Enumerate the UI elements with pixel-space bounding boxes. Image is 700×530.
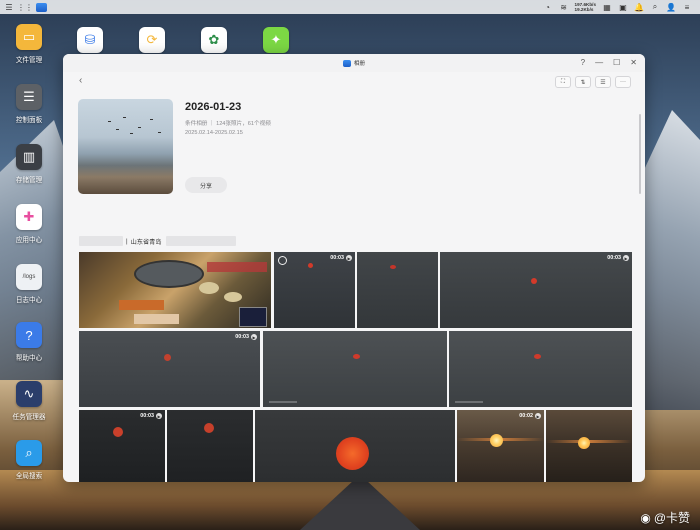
album-title: 2026-01-23: [185, 101, 242, 113]
photo-thumbnail[interactable]: [546, 410, 632, 482]
desktop-icon-storage[interactable]: ▥ 存储管理: [8, 144, 50, 184]
weibo-logo-icon: ◉: [640, 510, 651, 525]
drive-app-icon[interactable]: ⛁: [77, 27, 103, 53]
desktop-icon-label: 存储管理: [15, 177, 43, 184]
notification-bell-icon[interactable]: 🔔: [634, 2, 644, 12]
album-toolbar: ‹ ⛶ ⇅ ☰ ···: [63, 72, 645, 90]
photo-thumbnail[interactable]: [167, 410, 253, 482]
photo-thumbnail[interactable]: [357, 252, 438, 328]
video-thumbnail[interactable]: 00:03 ▶: [274, 252, 355, 328]
photo-grid: 00:03 ▶ 00:03 ▶ 00:03 ▶ 00:03 ▶ 00:02 ▶: [79, 252, 632, 482]
photo-thumbnail[interactable]: [263, 331, 447, 407]
photo-watermark: [455, 401, 483, 403]
folder-icon: ▭: [16, 24, 42, 50]
photos-app-taskbar-icon[interactable]: [36, 2, 47, 12]
log-icon: /logs: [16, 264, 42, 290]
task-manager-icon: ∿: [16, 381, 42, 407]
storage-icon: ▥: [16, 144, 42, 170]
comic-app-icon[interactable]: ✦: [263, 27, 289, 53]
desktop-icon-global-search[interactable]: ⌕ 全局搜索: [8, 440, 50, 480]
download-speed: 19.2Kb/s: [574, 7, 594, 12]
watermark-text: @卡赞: [653, 511, 690, 525]
video-duration: 00:03 ▶: [607, 255, 629, 261]
window-title: 相册: [353, 61, 366, 67]
desktop-icon-label: 控制面板: [15, 117, 43, 124]
location-label: 山东省青岛: [130, 238, 162, 246]
wifi-icon[interactable]: ≋: [559, 2, 569, 12]
search-icon: ⌕: [16, 440, 42, 466]
video-thumbnail[interactable]: 00:03 ▶: [79, 410, 165, 482]
desktop-icon-log-center[interactable]: /logs 日志中心: [8, 264, 50, 304]
control-panel-icon: ☰: [16, 84, 42, 110]
desktop-icon-label: 任务管理器: [12, 414, 46, 421]
weibo-watermark: ◉ @卡赞: [640, 509, 690, 526]
desktop-icon-control-panel[interactable]: ☰ 控制面板: [8, 84, 50, 124]
share-button[interactable]: 分享: [185, 177, 227, 193]
app-grid-icon[interactable]: ⋮⋮: [17, 2, 33, 12]
user-icon[interactable]: 👤: [666, 2, 676, 12]
desktop-icon-label: 文件管理: [15, 57, 43, 64]
redacted-date: [79, 236, 123, 246]
album-header: 2026-01-23 条件相册 ｜ 124张照片，61个视频 2025.02.1…: [78, 99, 528, 199]
search-icon[interactable]: ⌕: [650, 2, 660, 12]
close-icon[interactable]: ✕: [630, 58, 637, 67]
video-duration: 00:03 ▶: [235, 334, 257, 340]
redacted-address: [165, 236, 236, 246]
photo-watermark: [269, 401, 297, 403]
grid-icon[interactable]: ▦: [602, 2, 612, 12]
help-icon: ?: [16, 322, 42, 348]
list-view-icon[interactable]: ☰: [595, 76, 611, 88]
desktop-icon-label: 日志中心: [15, 297, 43, 304]
photo-thumbnail[interactable]: [255, 410, 455, 482]
video-thumbnail[interactable]: 00:02 ▶: [457, 410, 544, 482]
photos-window: 相册 ? — ☐ ✕ ‹ ⛶ ⇅ ☰ ··· 2026-01-23 条件相册 ｜…: [63, 54, 645, 482]
more-menu-icon[interactable]: ≡: [682, 2, 692, 12]
desktop-icon-label: 应用中心: [15, 237, 43, 244]
select-icon[interactable]: ⛶: [555, 76, 571, 88]
video-duration: 00:02 ▶: [519, 413, 541, 419]
minimize-icon[interactable]: —: [595, 58, 603, 67]
desktop-icon-help-center[interactable]: ? 帮助中心: [8, 322, 50, 362]
desktop-icon-label: 帮助中心: [15, 355, 43, 362]
back-arrow-icon[interactable]: ‹: [79, 75, 82, 86]
desktop-icon-file-manager[interactable]: ▭ 文件管理: [8, 24, 50, 64]
album-meta: 条件相册 ｜ 124张照片，61个视频: [185, 121, 271, 127]
desktop-icon-app-center[interactable]: ✚ 应用中心: [8, 204, 50, 244]
photo-thumbnail[interactable]: [449, 331, 632, 407]
menu-lines-icon[interactable]: ☰: [4, 2, 14, 12]
app-center-icon: ✚: [16, 204, 42, 230]
sort-icon[interactable]: ⇅: [575, 76, 591, 88]
leaf-app-icon[interactable]: ✿: [201, 27, 227, 53]
video-duration: 00:03 ▶: [140, 413, 162, 419]
network-speed: 197.6Kb/s 19.2Kb/s: [575, 2, 596, 12]
video-thumbnail[interactable]: 00:03 ▶: [440, 252, 632, 328]
album-date-range: 2025.02.14-2025.02.15: [185, 130, 243, 136]
desktop-icon-task-manager[interactable]: ∿ 任务管理器: [8, 381, 50, 421]
photos-app-icon: [342, 59, 351, 67]
system-top-bar: ☰ ⋮⋮ ◔ ≋ 197.6Kb/s 19.2Kb/s ▦ ▣ 🔔 ⌕ 👤 ≡: [0, 0, 700, 14]
video-thumbnail[interactable]: 00:03 ▶: [79, 331, 260, 407]
desktop-top-icons: ⛁ ⟳ ✿ ✦: [77, 27, 289, 53]
window-title-bar[interactable]: 相册 ? — ☐ ✕: [63, 54, 645, 72]
photo-thumbnail[interactable]: [79, 252, 271, 328]
select-circle[interactable]: [278, 256, 287, 265]
more-options-icon[interactable]: ···: [615, 76, 631, 88]
album-cover-image[interactable]: [78, 99, 173, 194]
help-icon[interactable]: ?: [581, 58, 585, 67]
video-duration: 00:03 ▶: [330, 255, 352, 261]
network-icon[interactable]: ◔: [543, 2, 553, 12]
location-header: | 山东省青岛: [79, 236, 236, 246]
desktop-icon-label: 全局搜索: [15, 473, 43, 480]
sync-app-icon[interactable]: ⟳: [139, 27, 165, 53]
scrollbar[interactable]: [639, 114, 641, 194]
monitor-icon[interactable]: ▣: [618, 2, 628, 12]
maximize-icon[interactable]: ☐: [613, 58, 620, 67]
